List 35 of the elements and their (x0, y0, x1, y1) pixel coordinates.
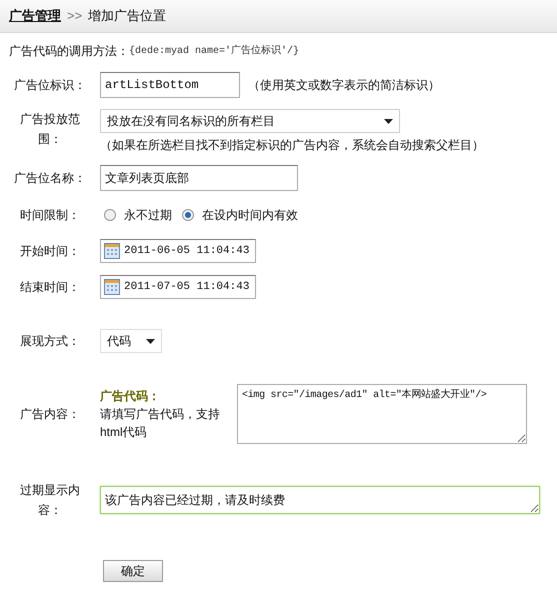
date-field[interactable]: 2011-07-05 11:04:43 (100, 275, 256, 299)
breadcrumb-link[interactable]: 广告管理 (9, 6, 61, 26)
usage-label: 广告代码的调用方法： (9, 43, 129, 60)
code-field[interactable]: <img src="/images/ad1" alt="本网站盛大开业"/> (237, 384, 527, 444)
dropdown[interactable]: 代码 (100, 329, 162, 353)
field-note: （使用英文或数字表示的简洁标识） (248, 77, 440, 94)
page-title: 增加广告位置 (88, 7, 166, 26)
field-label: 广告投放范围： (19, 111, 81, 148)
field-label: 时间限制： (19, 207, 81, 224)
field-label: 开始时间： (19, 243, 81, 260)
dropdown-caret-icon (146, 338, 155, 344)
field-label: 过期显示内容： (19, 482, 81, 519)
radio-button[interactable] (104, 209, 116, 221)
text-area[interactable]: 该广告内容已经过期，请及时续费 (100, 486, 540, 514)
dropdown[interactable]: 投放在没有同名标识的所有栏目 (100, 109, 400, 133)
calendar-icon (104, 243, 120, 259)
field-label: 展现方式： (19, 333, 81, 350)
field-label: 广告位名称： (14, 170, 86, 187)
text-field[interactable]: 文章列表页底部 (100, 165, 298, 191)
field-label: 广告位标识： (14, 77, 86, 94)
breadcrumb-separator: >> (67, 7, 82, 26)
hint-title: 广告代码： (100, 388, 161, 405)
date-field[interactable]: 2011-06-05 11:04:43 (100, 239, 256, 263)
field-note: （如果在所选栏目找不到指定标识的广告内容，系统会自动搜索父栏目） (100, 137, 484, 154)
field-label: 广告内容： (19, 406, 81, 423)
text-field[interactable]: artListBottom (100, 72, 240, 98)
field-label: 结束时间： (19, 279, 81, 296)
hint-text: 请填写广告代码，支持html代码 (100, 406, 221, 441)
usage-code: {dede:myad name='广告位标识'/} (129, 44, 300, 58)
radio-label: 在设内时间内有效 (202, 207, 298, 224)
radio-label: 永不过期 (124, 207, 172, 224)
dropdown-caret-icon (384, 118, 393, 124)
radio-button[interactable] (182, 209, 194, 221)
submit-button[interactable]: 确定 (103, 560, 163, 582)
calendar-icon (104, 279, 120, 295)
